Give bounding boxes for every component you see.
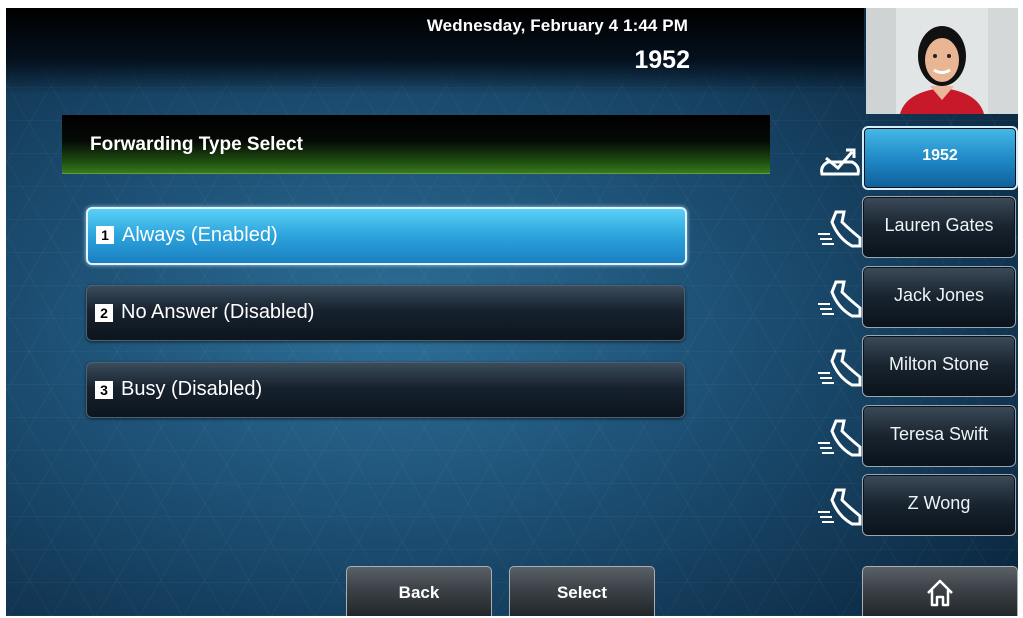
line-key-label: Jack Jones [893,285,985,305]
line-key-row-z-wong[interactable]: Z Wong [816,474,1018,538]
back-label: Back [398,583,440,602]
line-key-z-wong[interactable]: Z Wong [862,474,1016,536]
phone-contact-icon [818,488,862,526]
line-key-label: 1952 [922,147,958,164]
phone-forwarding-icon [820,148,860,176]
select-button[interactable]: Select [509,566,655,616]
line-key-row-jack-jones[interactable]: Jack Jones [816,266,1018,330]
option-busy[interactable]: 3 Busy (Disabled) [86,362,685,418]
screen-header: Forwarding Type Select [62,115,770,174]
line-key-teresa-swift[interactable]: Teresa Swift [862,405,1016,467]
home-button[interactable] [862,566,1018,616]
home-icon [927,579,953,607]
back-button[interactable]: Back [346,566,492,616]
phone-screen: Wednesday, February 4 1:44 PM 1952 Forwa… [6,8,1018,616]
line-key-row-milton-stone[interactable]: Milton Stone [816,335,1018,399]
line-key-label: Z Wong [907,493,971,513]
option-label: Busy (Disabled) [121,378,263,400]
status-bar: Wednesday, February 4 1:44 PM 1952 [6,8,864,94]
line-key-row-1952[interactable]: 1952 [816,126,1018,190]
line-key-label: Lauren Gates [884,215,994,235]
option-number: 1 [96,226,114,244]
line-key-row-teresa-swift[interactable]: Teresa Swift [816,405,1018,469]
line-key-row-lauren-gates[interactable]: Lauren Gates [816,196,1018,260]
option-number: 3 [95,381,113,399]
date-time: Wednesday, February 4 1:44 PM [426,16,688,35]
option-number: 2 [95,304,113,322]
option-label: Always (Enabled) [122,224,278,246]
option-no-answer[interactable]: 2 No Answer (Disabled) [86,285,685,341]
line-key-label: Milton Stone [888,354,990,374]
line-key-1952[interactable]: 1952 [862,126,1018,190]
option-label: No Answer (Disabled) [121,301,315,323]
line-key-milton-stone[interactable]: Milton Stone [862,335,1016,397]
page-title: Forwarding Type Select [90,134,303,155]
phone-contact-icon [818,349,862,387]
line-key-lauren-gates[interactable]: Lauren Gates [862,196,1016,258]
line-key-label: Teresa Swift [889,424,989,444]
phone-contact-icon [818,210,862,248]
phone-contact-icon [818,280,862,318]
line-key-jack-jones[interactable]: Jack Jones [862,266,1016,328]
phone-contact-icon [818,419,862,457]
select-label: Select [556,583,608,602]
user-avatar [866,8,1018,114]
extension-number: 1952 [634,46,690,74]
option-always[interactable]: 1 Always (Enabled) [86,207,687,265]
